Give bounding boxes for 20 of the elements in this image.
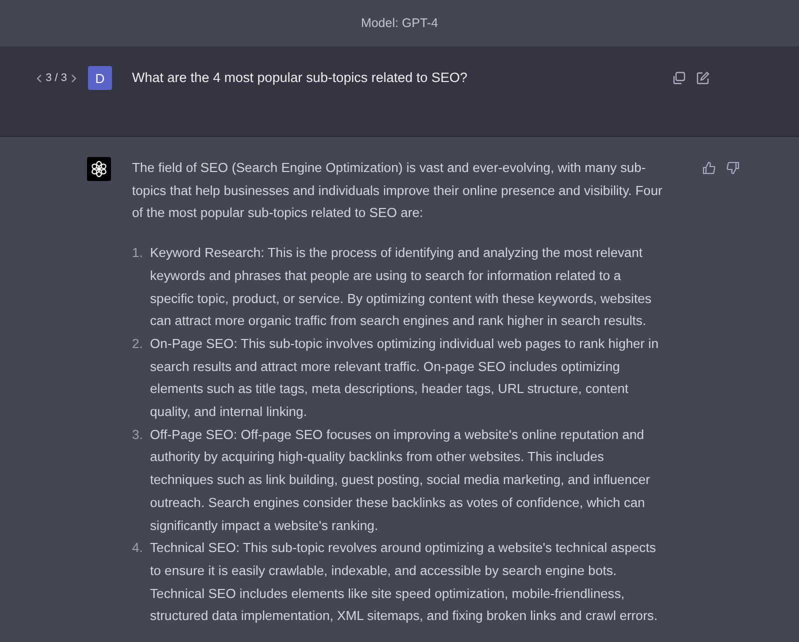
logo-icon <box>87 157 111 181</box>
thumbs-up-icon[interactable] <box>702 161 716 175</box>
list-item-text: Technical SEO: This sub-topic revolves around optimizing a website's technical aspects to ensure it is easily crawlable, indexable, and accessible by search engine bots. Technical SEO includes elements like site speed optimization, mobile-friendliness, structured data implementation, XML sitemaps, and fixing broken links and crawl errors. <box>150 539 658 626</box>
previous-icon[interactable] <box>36 74 42 82</box>
list-item-text: On-Page SEO: This sub-topic involves optimizing individual web pages to rank higher in search results and attract more relevant traffic. On-page SEO includes optimizing elements such as title tags, meta descriptions, header tags, URL structure, content quality, and internal linking. <box>150 334 660 422</box>
list-number: 4. <box>132 539 144 558</box>
list-number: 1. <box>132 244 144 262</box>
next-icon[interactable] <box>71 74 77 82</box>
thumbs-down-icon[interactable] <box>726 161 740 175</box>
user-avatar: D <box>88 66 112 90</box>
list-item-text: Keyword Research: This is the process of identifying and analyzing the most relevant keywords and phrases that people are using to search for information related to a specific topic, product, or service. By optimizing content with these keywords, websites can attract more organic traffic from search engines and rank higher in search results. <box>150 244 652 330</box>
model-title: Model: GPT-4 <box>360 16 438 30</box>
user-message: What are the 4 most popular sub-topics related to SEO? <box>132 69 468 87</box>
list-number: 2. <box>132 334 144 353</box>
page-counter: 3 / 3 <box>46 72 67 84</box>
answer-intro: The field of SEO (Search Engine Optimization) is vast and ever-evolving, with many sub-topics that help businesses and individuals improve their online presence and visibility. Four of the most popular sub-topics related to SEO are: <box>132 159 664 222</box>
copy-icon[interactable] <box>672 71 686 85</box>
list-number: 3. <box>132 426 144 444</box>
edit-icon[interactable] <box>696 71 710 85</box>
list-item-text: Off-Page SEO: Off-page SEO focuses on improving a website's online reputation and authority by acquiring high-quality backlinks from other websites. This includes techniques such as link building, guest posting, social media marketing, and influencer outreach. Search engines consider these backlinks as votes of confidence, which can significantly impact a website's ranking. <box>150 426 652 535</box>
